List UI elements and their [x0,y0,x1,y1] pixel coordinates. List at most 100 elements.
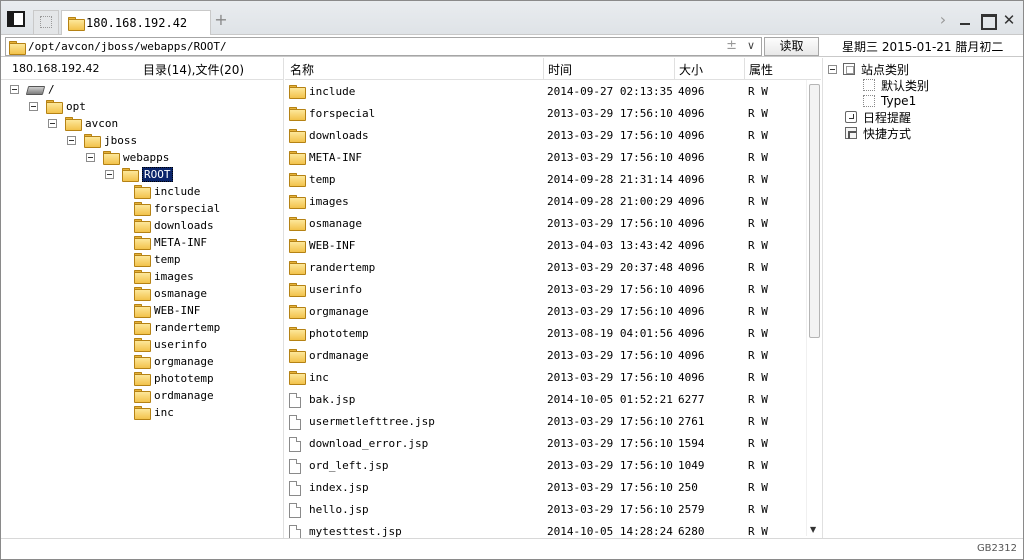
list-item[interactable]: phototemp 2013-08-19 04:01:56 4096 R W [285,322,805,344]
tree-node[interactable]: ROOT [105,166,173,182]
site-panel-item[interactable]: 日程提醒 [828,109,911,125]
site-panel-item[interactable]: 站点类别 [828,61,909,77]
tree-node[interactable]: forspecial [134,200,220,216]
tree-node[interactable]: / [10,81,55,97]
collapse-icon[interactable] [105,169,114,179]
site-panel-item[interactable]: Type1 [863,93,916,109]
folder-icon [134,185,151,199]
collapse-icon[interactable] [67,135,76,145]
item-size: 4096 [678,173,705,186]
encoding-label: GB2312 [976,543,1017,554]
tree-node[interactable]: opt [29,98,86,114]
maximize-button[interactable] [979,12,997,30]
read-button[interactable]: 读取 [764,37,819,56]
chevron-down-icon[interactable]: ∨ [747,39,755,52]
list-item[interactable]: downloads 2013-03-29 17:56:10 4096 R W [285,124,805,146]
collapse-icon[interactable] [86,152,95,162]
column-divider[interactable] [543,58,544,80]
collapse-icon[interactable] [10,84,19,94]
item-size: 4096 [678,261,705,274]
list-item[interactable]: randertemp 2013-03-29 20:37:48 4096 R W [285,256,805,278]
site-panel-item[interactable]: 快捷方式 [828,125,911,141]
tree-node[interactable]: ordmanage [134,387,214,403]
collapse-icon[interactable] [48,118,57,128]
tree-header: 180.168.192.42 目录(14),文件(20) [1,58,284,80]
column-name[interactable]: 名称 [290,61,314,77]
tree-node[interactable]: include [134,183,200,199]
tree-node[interactable]: webapps [86,149,169,165]
list-item[interactable]: userinfo 2013-03-29 17:56:10 4096 R W [285,278,805,300]
list-item[interactable]: hello.jsp 2013-03-29 17:56:10 2579 R W [285,498,805,520]
tree-node-label: osmanage [154,286,207,300]
list-item[interactable]: images 2014-09-28 21:00:29 4096 R W [285,190,805,212]
column-divider[interactable] [674,58,675,80]
item-attr: R W [748,195,768,208]
tree-node[interactable]: phototemp [134,370,214,386]
chevron-right-icon[interactable]: › [935,12,951,28]
tree-node[interactable]: orgmanage [134,353,214,369]
folder-icon [9,41,26,55]
item-name: include [309,85,356,98]
item-time: 2014-10-05 14:28:24 [547,525,673,538]
tab-server[interactable]: 180.168.192.42 [61,10,211,36]
blank-tab[interactable] [33,10,59,34]
list-item[interactable]: osmanage 2013-03-29 17:56:10 4096 R W [285,212,805,234]
tree-node[interactable]: avcon [48,115,118,131]
panel-toggle-icon[interactable] [7,11,25,27]
item-name: downloads [309,129,369,142]
tree-node[interactable]: temp [134,251,181,267]
plus-minus-icon[interactable]: ± [726,38,737,53]
tree-node[interactable]: inc [134,404,174,420]
item-size: 2761 [678,415,705,428]
list-item[interactable]: download_error.jsp 2013-03-29 17:56:10 159… [285,432,805,454]
vertical-scrollbar[interactable]: ▼ [806,80,821,536]
list-item[interactable]: ord_left.jsp 2013-03-29 17:56:10 1049 R W [285,454,805,476]
list-item[interactable]: WEB-INF 2013-04-03 13:43:42 4096 R W [285,234,805,256]
close-button[interactable]: ✕ [1001,12,1017,28]
path-input[interactable]: /opt/avcon/jboss/webapps/ROOT/ ± ∨ [5,37,762,56]
tree-node[interactable]: jboss [67,132,137,148]
list-item[interactable]: index.jsp 2013-03-29 17:56:10 250 R W [285,476,805,498]
tree-node[interactable]: downloads [134,217,214,233]
tree-node[interactable]: WEB-INF [134,302,200,318]
collapse-icon[interactable] [29,101,38,111]
tree-node[interactable]: META-INF [134,234,207,250]
tree-node[interactable]: images [134,268,194,284]
tree-node[interactable]: randertemp [134,319,220,335]
list-item[interactable]: mytesttest.jsp 2014-10-05 14:28:24 6280 R W [285,520,805,538]
file-icon [289,415,301,430]
list-item[interactable]: include 2014-09-27 02:13:35 4096 R W [285,80,805,102]
item-size: 4096 [678,371,705,384]
list-item[interactable]: bak.jsp 2014-10-05 01:52:21 6277 R W [285,388,805,410]
list-item[interactable]: temp 2014-09-28 21:31:14 4096 R W [285,168,805,190]
folder-icon [134,219,151,233]
column-divider[interactable] [744,58,745,80]
new-tab-button[interactable]: + [213,11,229,29]
list-item[interactable]: usermetlefttree.jsp 2013-03-29 17:56:10 27… [285,410,805,432]
minimize-button[interactable] [957,12,973,28]
list-item[interactable]: ordmanage 2013-03-29 17:56:10 4096 R W [285,344,805,366]
dotted-item-icon [863,95,875,107]
site-panel-item[interactable]: 默认类别 [863,77,929,93]
column-attr[interactable]: 属性 [749,61,773,77]
scroll-down-icon[interactable]: ▼ [810,525,816,534]
list-item[interactable]: forspecial 2013-03-29 17:56:10 4096 R W [285,102,805,124]
file-icon [289,525,301,538]
list-item[interactable]: orgmanage 2013-03-29 17:56:10 4096 R W [285,300,805,322]
tree-node[interactable]: osmanage [134,285,207,301]
column-time[interactable]: 时间 [548,61,572,77]
item-size: 4096 [678,85,705,98]
tree-node[interactable]: userinfo [134,336,207,352]
dotted-item-icon [863,79,875,91]
status-bar: GB2312 [1,538,1023,559]
item-attr: R W [748,173,768,186]
item-name: forspecial [309,107,376,120]
column-size[interactable]: 大小 [679,61,703,77]
item-name: WEB-INF [309,239,356,252]
list-item[interactable]: inc 2013-03-29 17:56:10 4096 R W [285,366,805,388]
scrollbar-thumb[interactable] [809,84,820,338]
collapse-icon[interactable] [828,64,837,74]
item-time: 2013-03-29 17:56:10 [547,415,673,428]
tree-node-label: WEB-INF [154,303,201,317]
list-item[interactable]: META-INF 2013-03-29 17:56:10 4096 R W [285,146,805,168]
